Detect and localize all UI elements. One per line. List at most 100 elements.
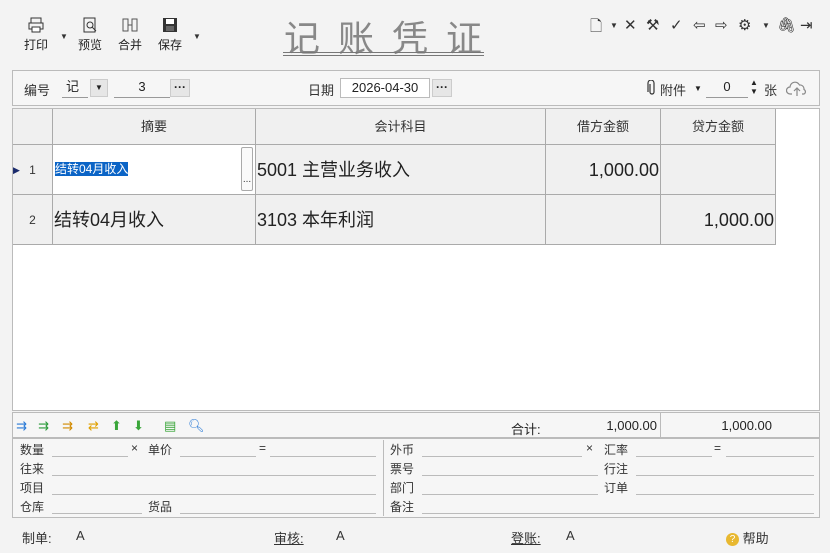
- save-button[interactable]: 保存: [152, 16, 188, 53]
- reviewer-label[interactable]: 审核:: [274, 528, 304, 547]
- goods-field[interactable]: [180, 500, 376, 514]
- tools-icon[interactable]: ⚒: [646, 16, 659, 34]
- help-button[interactable]: ? 帮助: [726, 528, 769, 547]
- next-icon[interactable]: ⇨: [715, 16, 728, 34]
- exchange-rate-label: 汇率: [604, 443, 629, 457]
- title-underline-double: [283, 55, 484, 56]
- credit-cell[interactable]: [661, 145, 776, 195]
- amount-field[interactable]: [270, 443, 376, 457]
- bank-note-label: 行注: [604, 462, 629, 476]
- prev-icon[interactable]: ⇦: [693, 16, 706, 34]
- new-dropdown-arrow[interactable]: ▼: [610, 21, 618, 30]
- unit-price-label: 单价: [148, 443, 173, 457]
- counterparty-label: 往来: [20, 462, 45, 476]
- summary-selected-text[interactable]: 结转04月收入: [55, 162, 129, 176]
- order-field[interactable]: [636, 481, 814, 495]
- summary-cell-editing[interactable]: 结转04月收入 ...: [53, 145, 256, 195]
- unit-price-field[interactable]: [180, 443, 256, 457]
- debit-cell[interactable]: [546, 195, 661, 245]
- amount-equals-sign: =: [259, 441, 267, 455]
- table-row-number[interactable]: ▶ 1: [13, 145, 53, 195]
- attachment-dropdown-arrow[interactable]: ▼: [694, 84, 702, 93]
- table-row-number[interactable]: 2: [13, 195, 53, 245]
- aux-divider: [383, 440, 384, 516]
- sheet-icon[interactable]: ▤: [164, 418, 176, 434]
- attachment-count-field[interactable]: 0: [706, 78, 748, 98]
- remark-label: 备注: [390, 500, 415, 514]
- attachment-spinner[interactable]: ▲ ▼: [750, 78, 758, 96]
- quantity-label: 数量: [20, 443, 45, 457]
- currency-equals-sign: =: [714, 441, 722, 455]
- date-field[interactable]: 2026-04-30: [340, 78, 430, 98]
- account-cell[interactable]: 5001 主营业务收入: [256, 145, 546, 195]
- account-cell[interactable]: 3103 本年利润: [256, 195, 546, 245]
- settings-icon[interactable]: ⚙: [738, 16, 751, 34]
- voucher-number-picker-button[interactable]: ···: [170, 79, 190, 97]
- counterparty-field[interactable]: [52, 462, 376, 476]
- project-field[interactable]: [52, 481, 376, 495]
- delete-row-icon[interactable]: ⇉: [62, 418, 73, 434]
- new-doc-icon[interactable]: 🗋: [590, 16, 602, 41]
- delete-icon[interactable]: ✕: [624, 16, 637, 34]
- voucher-type-dropdown-arrow[interactable]: ▼: [90, 79, 108, 97]
- settings-dropdown-arrow[interactable]: ▼: [762, 21, 770, 30]
- voucher-type-select[interactable]: 记: [62, 78, 88, 98]
- move-down-icon[interactable]: ⬇: [133, 418, 144, 434]
- cloud-upload-icon[interactable]: [786, 80, 808, 98]
- move-up-icon[interactable]: ⬆: [111, 418, 122, 434]
- order-label: 订单: [604, 481, 629, 495]
- voucher-number-field[interactable]: 3: [114, 78, 170, 98]
- debit-cell[interactable]: 1,000.00: [546, 145, 661, 195]
- date-picker-button[interactable]: ···: [432, 79, 452, 97]
- currency-times-sign: ×: [586, 441, 594, 455]
- attachment-label: 附件: [660, 83, 687, 98]
- number-label: 编号: [24, 83, 51, 98]
- check-icon[interactable]: ✓: [670, 16, 683, 34]
- print-dropdown-arrow[interactable]: ▼: [60, 32, 68, 41]
- voucher-entry-grid: 摘要 会计科目 借方金额 贷方金额 ▶ 1 结转04月收入 ... 5001 主…: [12, 108, 820, 411]
- date-label: 日期: [308, 83, 335, 98]
- merge-icon: [122, 18, 138, 32]
- poster-value: A: [566, 528, 575, 543]
- ticket-number-label: 票号: [390, 462, 415, 476]
- credit-cell[interactable]: 1,000.00: [661, 195, 776, 245]
- maker-label: 制单:: [22, 531, 52, 546]
- remark-field[interactable]: [422, 500, 814, 514]
- preview-button[interactable]: 预览: [72, 16, 108, 53]
- currency-field[interactable]: [422, 443, 582, 457]
- debit-total: 1,000.00: [606, 418, 657, 433]
- swap-rows-icon[interactable]: ⇄: [88, 418, 99, 434]
- summary-header: 摘要: [53, 109, 256, 145]
- currency-amount-field[interactable]: [726, 443, 814, 457]
- summary-cell[interactable]: 结转04月收入: [53, 195, 256, 245]
- help-icon: ?: [726, 533, 739, 547]
- warehouse-label: 仓库: [20, 500, 45, 514]
- credit-header: 贷方金额: [661, 109, 776, 145]
- search-icon[interactable]: 🔍︎: [188, 418, 205, 434]
- maker-value: A: [76, 528, 85, 543]
- insert-row-icon[interactable]: ⇉: [16, 418, 27, 434]
- poster-label[interactable]: 登账:: [511, 528, 541, 547]
- quantity-times-sign: ×: [131, 441, 139, 455]
- goods-label: 货品: [148, 500, 173, 514]
- quantity-field[interactable]: [52, 443, 128, 457]
- paperclip-icon: [647, 80, 655, 95]
- exchange-rate-field[interactable]: [636, 443, 712, 457]
- totals-label: 合计:: [511, 422, 541, 437]
- print-button[interactable]: 打印: [18, 16, 54, 53]
- bank-note-field[interactable]: [636, 462, 814, 476]
- summary-picker-button[interactable]: ...: [241, 147, 253, 191]
- reviewer-value: A: [336, 528, 345, 543]
- exit-icon[interactable]: ⇥: [800, 16, 813, 34]
- save-dropdown-arrow[interactable]: ▼: [193, 32, 201, 41]
- currency-label: 外币: [390, 443, 415, 457]
- department-field[interactable]: [422, 481, 598, 495]
- preview-icon: [83, 17, 97, 33]
- attachment-clip-icon[interactable]: 🖇: [777, 16, 796, 34]
- printer-icon: [28, 17, 44, 33]
- merge-button[interactable]: 合并: [112, 16, 148, 53]
- append-row-icon[interactable]: ⇉: [38, 418, 49, 434]
- attachment-unit-label: 张: [764, 83, 778, 98]
- warehouse-field[interactable]: [52, 500, 142, 514]
- ticket-number-field[interactable]: [422, 462, 598, 476]
